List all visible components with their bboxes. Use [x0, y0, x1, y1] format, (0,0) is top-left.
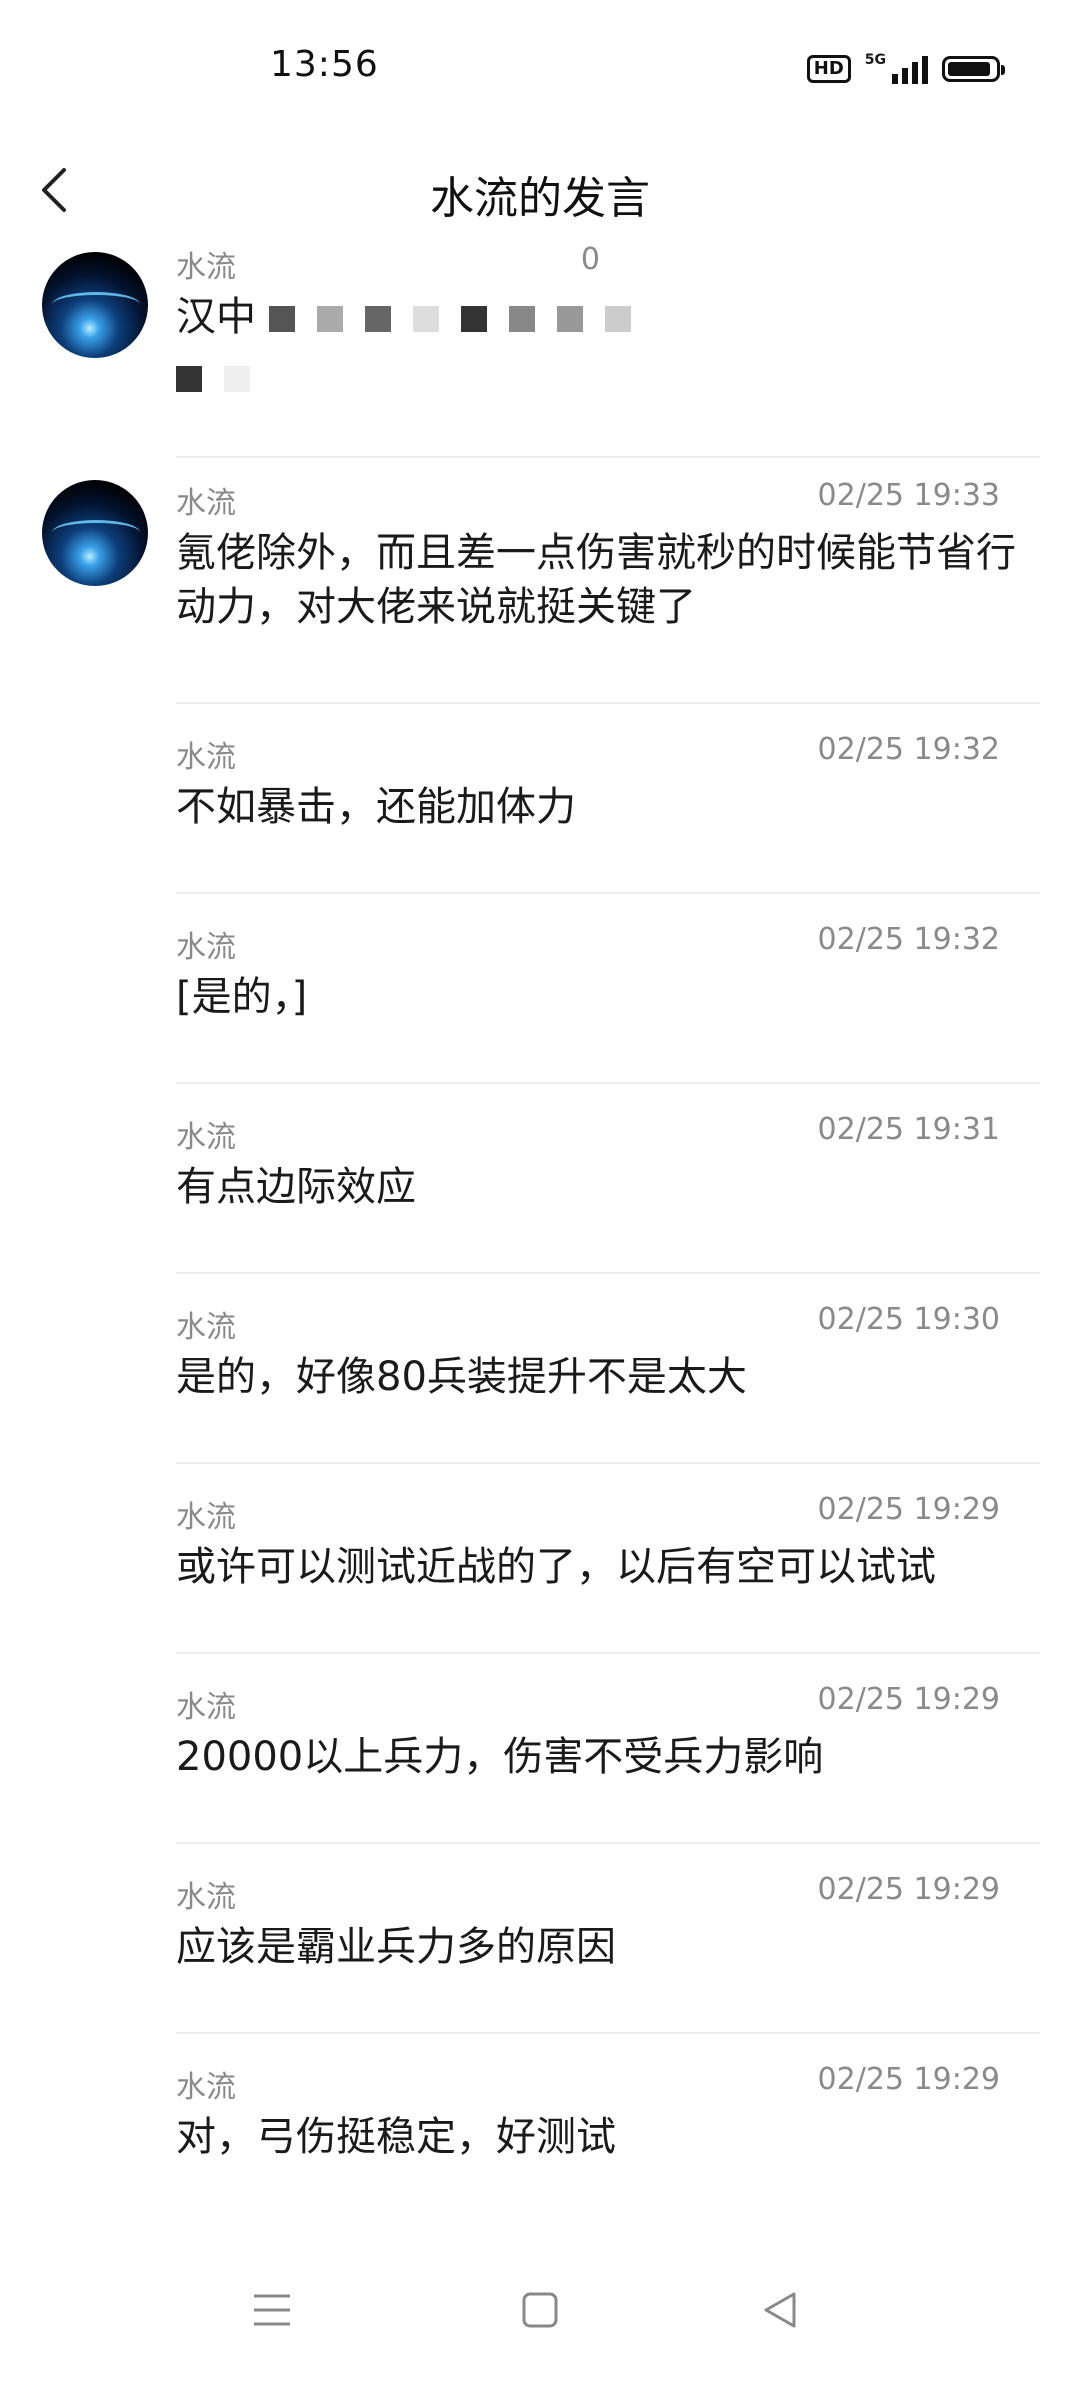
- post-author[interactable]: 水流: [176, 1872, 236, 1916]
- post-author[interactable]: 水流: [176, 1682, 236, 1726]
- avatar[interactable]: [42, 480, 148, 586]
- post-author[interactable]: 水流: [176, 1302, 236, 1346]
- post-content: [是的，]: [176, 974, 308, 1020]
- post-author[interactable]: 水流: [176, 2062, 236, 2106]
- post-author[interactable]: 水流: [176, 1112, 236, 1156]
- post-content: 20000以上兵力，伤害不受兵力影响: [176, 1734, 824, 1780]
- page-title: 水流的发言: [430, 173, 650, 224]
- list-item[interactable]: 水流 02/25 19:32 [是的，]: [0, 894, 1080, 1084]
- status-bar: 13:56 HD 5G: [0, 0, 1080, 140]
- post-timestamp: 02/25 19:29: [817, 1682, 1000, 1717]
- home-button[interactable]: [500, 2270, 580, 2350]
- post-author[interactable]: 水流: [176, 922, 236, 966]
- list-item[interactable]: 水流 02/25 19:29 或许可以测试近战的了，以后有空可以试试: [0, 1464, 1080, 1654]
- list-item[interactable]: 水流 02/25 19:32 不如暴击，还能加体力: [0, 704, 1080, 894]
- post-content: 对，弓伤挺稳定，好测试: [176, 2114, 616, 2160]
- post-content: 不如暴击，还能加体力: [176, 784, 576, 830]
- list-item[interactable]: 水流 02/25 19:30 是的，好像80兵装提升不是太大: [0, 1274, 1080, 1464]
- list-item[interactable]: 水流 0 汉中: [0, 240, 1080, 458]
- post-timestamp: 02/25 19:29: [817, 1872, 1000, 1907]
- list-item[interactable]: 水流 02/25 19:29 20000以上兵力，伤害不受兵力影响: [0, 1654, 1080, 1844]
- back-triangle-icon: [764, 2292, 796, 2328]
- page-header: 水流的发言: [0, 140, 1080, 240]
- system-nav-bar: [0, 2250, 1080, 2400]
- post-timestamp: 02/25 19:31: [817, 1112, 1000, 1147]
- post-author[interactable]: 水流: [176, 732, 236, 776]
- menu-button[interactable]: [232, 2270, 312, 2350]
- status-icons: HD 5G: [806, 52, 1005, 84]
- home-square-icon: [522, 2292, 558, 2328]
- post-timestamp: 0: [580, 242, 600, 277]
- list-item[interactable]: 水流 02/25 19:29 应该是霸业兵力多的原因: [0, 1844, 1080, 2034]
- list-item[interactable]: 水流 02/25 19:29 对，弓伤挺稳定，好测试: [0, 2034, 1080, 2224]
- hd-icon: HD: [806, 55, 851, 83]
- post-timestamp: 02/25 19:29: [817, 1492, 1000, 1527]
- post-content: 应该是霸业兵力多的原因: [176, 1924, 616, 1970]
- post-content: 有点边际效应: [176, 1164, 416, 1210]
- post-content: 汉中: [176, 290, 1040, 404]
- post-timestamp: 02/25 19:32: [817, 922, 1000, 957]
- post-timestamp: 02/25 19:33: [817, 478, 1000, 513]
- post-author[interactable]: 水流: [176, 242, 236, 286]
- post-timestamp: 02/25 19:30: [817, 1302, 1000, 1337]
- battery-icon: [942, 56, 1005, 82]
- post-author[interactable]: 水流: [176, 1492, 236, 1536]
- post-timestamp: 02/25 19:29: [817, 2062, 1000, 2097]
- system-back-button[interactable]: [740, 2270, 820, 2350]
- post-timestamp: 02/25 19:32: [817, 732, 1000, 767]
- post-content: 或许可以测试近战的了，以后有空可以试试: [176, 1544, 936, 1590]
- signal-icon: 5G: [864, 52, 928, 84]
- post-list: 水流 0 汉中 水流 02/25 19:33 氪佬除外，而且差一点伤害就秒的时候…: [0, 240, 1080, 2224]
- post-content-text: 汉中: [176, 294, 256, 340]
- avatar[interactable]: [42, 252, 148, 358]
- post-author[interactable]: 水流: [176, 478, 236, 522]
- list-item[interactable]: 水流 02/25 19:33 氪佬除外，而且差一点伤害就秒的时候能节省行动力，对…: [0, 458, 1080, 704]
- post-content: 氪佬除外，而且差一点伤害就秒的时候能节省行动力，对大佬来说就挺关键了: [176, 530, 1016, 630]
- network-type-label: 5G: [864, 52, 886, 68]
- post-content: 是的，好像80兵装提升不是太大: [176, 1354, 747, 1400]
- status-time: 13:56: [270, 44, 379, 85]
- menu-icon: [254, 2294, 290, 2326]
- list-item[interactable]: 水流 02/25 19:31 有点边际效应: [0, 1084, 1080, 1274]
